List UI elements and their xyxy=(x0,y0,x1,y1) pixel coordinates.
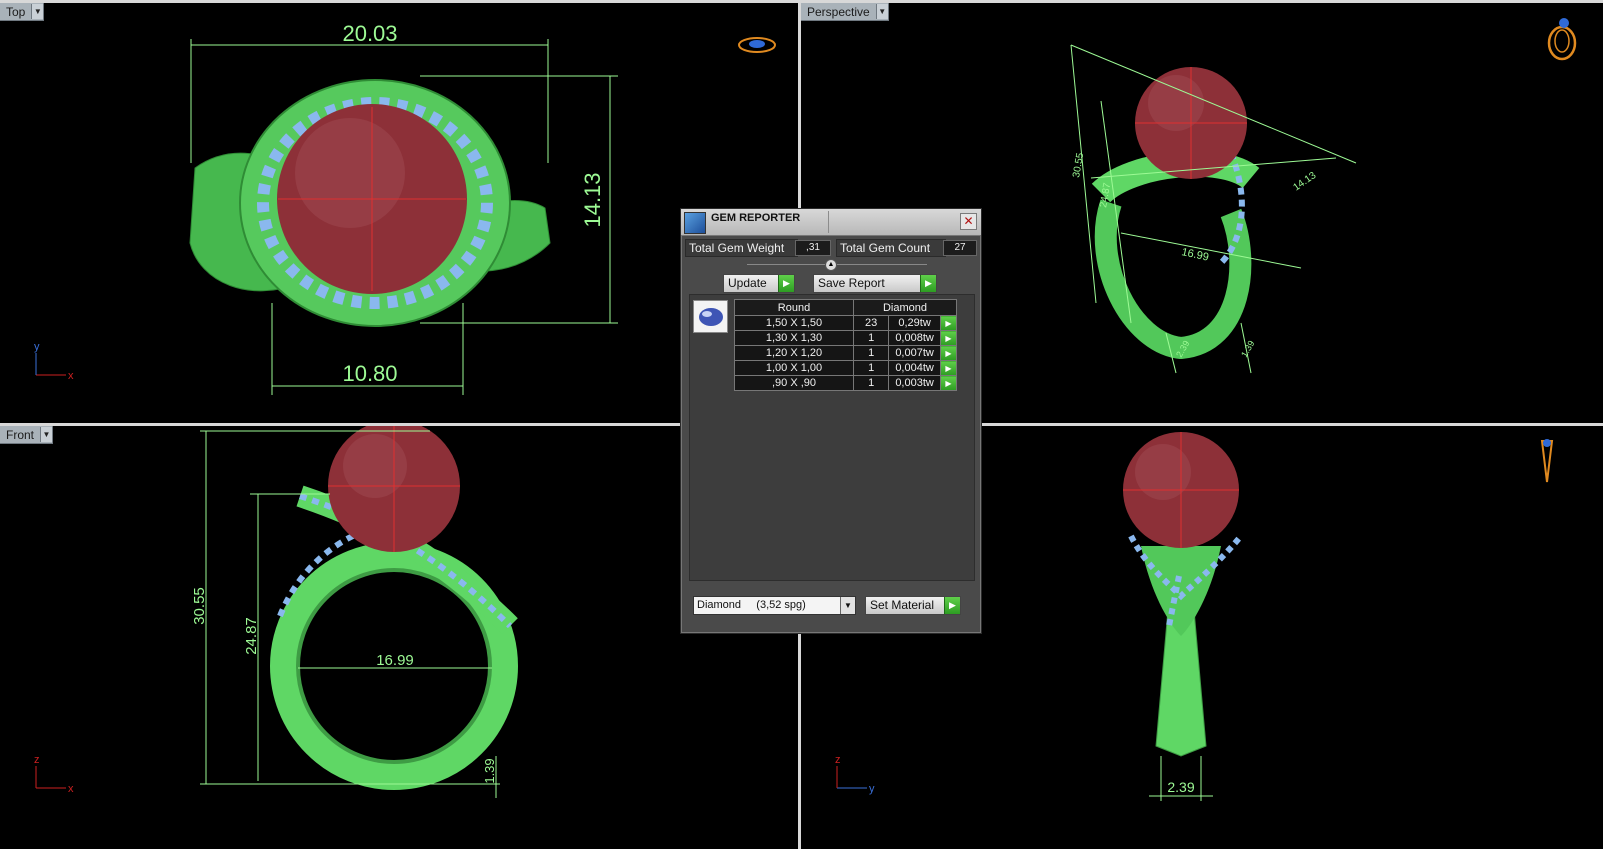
material-select[interactable]: Diamond (3,52 spg) ▼ xyxy=(693,596,856,615)
total-gem-count-label: Total Gem Count xyxy=(836,239,946,257)
persp-dim-f: 1.39 xyxy=(1239,339,1256,359)
play-arrow-icon: ▶ xyxy=(920,275,936,292)
front-axis-z: z xyxy=(34,754,40,766)
pendant-gizmo-icon xyxy=(1540,439,1554,483)
front-viewport-label[interactable]: Front ▼ xyxy=(0,426,54,444)
table-row[interactable]: ,90 X ,90 1 0,003tw ▶ xyxy=(734,375,958,391)
persp-dim-c: 14.13 xyxy=(1291,170,1318,194)
table-row[interactable]: 1,50 X 1,50 23 0,29tw ▶ xyxy=(734,315,958,331)
perspective-viewport-label[interactable]: Perspective ▼ xyxy=(801,3,889,21)
view-gizmo-icon xyxy=(738,37,776,53)
gem-reporter-panel[interactable]: GEM REPORTER ✕ Total Gem Weight ,31 Tota… xyxy=(680,208,982,634)
collapse-icon[interactable]: ▲ xyxy=(825,259,837,271)
select-row-arrow-icon[interactable]: ▶ xyxy=(939,360,958,376)
side-axis-z: z xyxy=(835,754,841,766)
top-view-canvas: 20.03 14.13 10.80 x y xyxy=(34,21,776,395)
select-row-arrow-icon[interactable]: ▶ xyxy=(939,330,958,346)
persp-dim-a: 30.55 xyxy=(1071,152,1086,179)
gem-list[interactable]: Round Diamond 1,50 X 1,50 23 0,29tw ▶ 1,… xyxy=(689,294,975,581)
front-dim-height: 30.55 xyxy=(191,587,208,625)
total-gem-weight-label: Total Gem Weight xyxy=(685,239,798,257)
select-row-arrow-icon[interactable]: ▶ xyxy=(939,345,958,361)
top-dim-height: 14.13 xyxy=(580,172,605,227)
table-row[interactable]: 1,00 X 1,00 1 0,004tw ▶ xyxy=(734,360,958,376)
side-dim-shank: 2.39 xyxy=(1167,779,1194,795)
side-axis-y: y xyxy=(869,783,875,795)
front-dim-band: 1.39 xyxy=(482,758,497,783)
save-report-button[interactable]: Save Report ▶ xyxy=(813,274,937,293)
gem-table: Round Diamond 1,50 X 1,50 23 0,29tw ▶ 1,… xyxy=(734,299,958,391)
persp-dim-d: 16.99 xyxy=(1180,246,1209,263)
top-dim-bottom: 10.80 xyxy=(342,361,397,386)
front-axis-x: x xyxy=(68,783,74,795)
set-material-button[interactable]: Set Material ▶ xyxy=(865,596,961,615)
top-viewport[interactable]: 20.03 14.13 10.80 x y Top ▼ xyxy=(0,3,798,423)
total-gem-weight-value: ,31 xyxy=(795,240,831,256)
close-icon[interactable]: ✕ xyxy=(960,213,977,230)
gem-reporter-icon xyxy=(684,212,706,234)
front-dim-inner-width: 16.99 xyxy=(376,652,414,669)
top-dim-width: 20.03 xyxy=(342,21,397,46)
top-axis-x: x xyxy=(68,370,74,382)
select-row-arrow-icon[interactable]: ▶ xyxy=(939,375,958,391)
gem-thumbnail-icon xyxy=(693,300,728,333)
chevron-down-icon[interactable]: ▼ xyxy=(875,4,888,19)
update-button[interactable]: Update ▶ xyxy=(723,274,795,293)
top-axis-y: y xyxy=(34,341,40,353)
col-header-round: Round xyxy=(734,299,854,316)
chevron-down-icon[interactable]: ▼ xyxy=(40,427,53,442)
play-arrow-icon: ▶ xyxy=(778,275,794,292)
chevron-down-icon: ▼ xyxy=(840,597,855,614)
front-dim-inner-height: 24.87 xyxy=(243,617,260,655)
front-viewport[interactable]: 30.55 24.87 16.99 1.39 x z Front ▼ xyxy=(0,426,798,849)
gem-reporter-titlebar[interactable]: GEM REPORTER ✕ xyxy=(681,209,981,236)
ring-gizmo-icon xyxy=(1547,18,1577,61)
select-row-arrow-icon[interactable]: ▶ xyxy=(939,315,958,331)
total-gem-count-value: 27 xyxy=(943,240,977,256)
front-view-canvas: 30.55 24.87 16.99 1.39 x z xyxy=(34,426,518,798)
gem-reporter-title: GEM REPORTER xyxy=(711,212,801,224)
col-header-diamond: Diamond xyxy=(853,299,957,316)
table-row[interactable]: 1,20 X 1,20 1 0,007tw ▶ xyxy=(734,345,958,361)
play-arrow-icon: ▶ xyxy=(944,597,960,614)
chevron-down-icon[interactable]: ▼ xyxy=(31,4,44,19)
table-row[interactable]: 1,30 X 1,30 1 0,008tw ▶ xyxy=(734,330,958,346)
top-viewport-label[interactable]: Top ▼ xyxy=(0,3,45,21)
